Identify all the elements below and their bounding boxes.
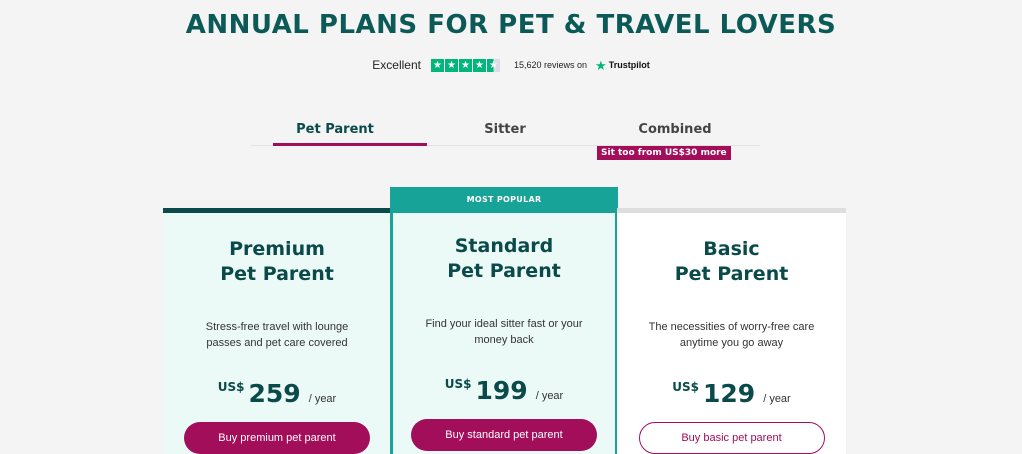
buy-premium-button[interactable]: Buy premium pet parent [184,422,370,454]
tab-pet-parent[interactable]: Pet Parent [250,118,427,146]
plan-price: US$ 259 / year [163,379,391,408]
plan-card-standard: MOST POPULAR Standard Pet Parent Find yo… [390,187,618,454]
price-period: / year [535,390,564,402]
reviews-count: 15,620 reviews on [514,60,588,70]
plan-price: US$ 129 / year [617,379,846,408]
tab-combined[interactable]: Combined [590,118,760,145]
page-title: ANNUAL PLANS FOR PET & TRAVEL LOVERS [185,10,837,40]
star-icon: ★ [473,58,486,72]
plan-name-line1: Standard [454,235,554,257]
price-period: / year [763,393,791,405]
trustpilot-brand: Trustpilot [608,60,650,70]
price-currency: US$ [217,380,245,394]
plan-name: Standard Pet Parent [393,234,615,284]
star-icon: ★ [445,58,458,72]
plan-name-line2: Pet Parent [447,260,561,282]
plan-name: Basic Pet Parent [617,237,846,287]
combined-promo-badge: Sit too from US$30 more [597,146,731,160]
plan-name-line1: Premium [229,238,325,260]
trustpilot-logo[interactable]: ★ Trustpilot [595,59,650,72]
price-amount: 259 [248,379,301,408]
plan-description: Stress-free travel with lounge passes an… [205,321,349,349]
plan-description: The necessities of worry-free care anyti… [648,321,815,349]
tab-sitter[interactable]: Sitter [420,118,590,145]
plan-description: Find your ideal sitter fast or your mone… [425,318,583,346]
rating-stars: ★ ★ ★ ★ ★ [431,58,500,72]
plan-name: Premium Pet Parent [163,237,391,287]
plan-card-premium: Premium Pet Parent Stress-free travel wi… [163,208,391,454]
buy-basic-button[interactable]: Buy basic pet parent [638,422,825,454]
plan-name-line2: Pet Parent [220,263,334,285]
trustpilot-rating[interactable]: Excellent ★ ★ ★ ★ ★ 15,620 reviews on ★ … [0,58,1022,72]
star-icon: ★ [431,58,444,72]
half-star-icon: ★ [487,58,500,72]
plan-tabs: Pet Parent Sitter Combined [250,118,760,146]
price-amount: 129 [703,379,756,408]
buy-standard-button[interactable]: Buy standard pet parent [411,419,597,451]
star-icon: ★ [459,58,472,72]
price-currency: US$ [672,380,700,394]
plan-card-basic: Basic Pet Parent The necessities of worr… [617,208,846,454]
rating-text: Excellent [372,58,421,72]
most-popular-badge: MOST POPULAR [393,187,615,213]
price-currency: US$ [444,377,472,391]
plan-name-line2: Pet Parent [674,263,789,285]
plan-price: US$ 199 / year [393,376,615,405]
plan-name-line1: Basic [703,238,760,260]
trustpilot-star-icon: ★ [595,57,607,73]
price-amount: 199 [475,376,528,405]
price-period: / year [308,393,337,405]
